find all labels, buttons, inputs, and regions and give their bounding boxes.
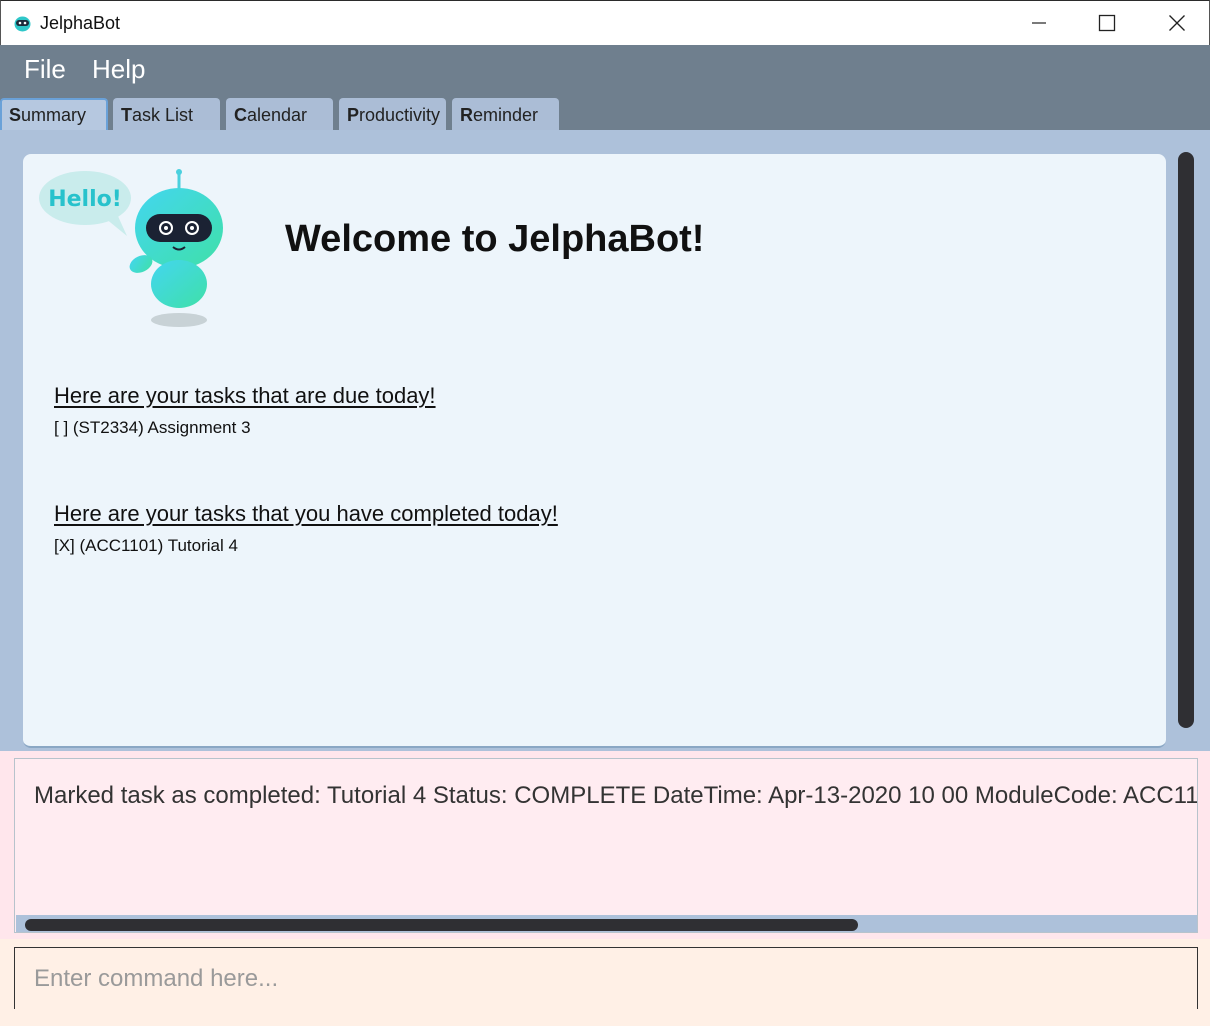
menu-bar: File Help: [0, 45, 1210, 96]
tab-accel: R: [460, 105, 473, 125]
tab-label: eminder: [473, 105, 539, 125]
tab-bar: Summary Task List Calendar Productivity …: [0, 96, 1210, 130]
horizontal-scrollbar[interactable]: [16, 915, 1197, 932]
tab-label: roductivity: [359, 105, 441, 125]
command-area: [0, 939, 1210, 1026]
window-title: JelphaBot: [40, 13, 121, 33]
maximize-button[interactable]: [1073, 1, 1141, 45]
tab-task-list[interactable]: Task List: [113, 98, 220, 130]
robot-mascot-icon: Hello!: [39, 169, 223, 327]
minimize-button[interactable]: [1005, 1, 1073, 45]
vertical-scrollbar[interactable]: [1178, 152, 1194, 728]
title-bar: JelphaBot: [0, 0, 1210, 45]
due-today-heading: Here are your tasks that are due today!: [54, 383, 436, 408]
tab-accel: P: [347, 105, 360, 125]
horizontal-scrollbar-thumb[interactable]: [25, 919, 858, 931]
tab-label: ummary: [21, 105, 87, 125]
close-button[interactable]: [1143, 1, 1210, 45]
result-area: Marked task as completed: Tutorial 4 Sta…: [0, 751, 1210, 939]
tab-accel: S: [9, 105, 22, 125]
completed-today-heading: Here are your tasks that you have comple…: [54, 501, 558, 526]
minimize-icon: [1032, 22, 1046, 24]
command-input[interactable]: [14, 947, 1198, 1009]
completed-task-item: [X] (ACC1101) Tutorial 4: [54, 536, 238, 555]
tab-accel: T: [121, 105, 132, 125]
tab-label: alendar: [247, 105, 308, 125]
maximize-icon: [1098, 14, 1116, 32]
tab-accel: C: [234, 105, 247, 125]
result-display: Marked task as completed: Tutorial 4 Sta…: [14, 758, 1198, 933]
menu-file[interactable]: File: [24, 54, 66, 85]
welcome-title: Welcome to JelphaBot!: [285, 218, 705, 260]
due-task-item: [ ] (ST2334) Assignment 3: [54, 418, 251, 437]
tab-productivity[interactable]: Productivity: [339, 98, 446, 130]
tab-calendar[interactable]: Calendar: [226, 98, 333, 130]
tab-reminder[interactable]: Reminder: [452, 98, 559, 130]
menu-help[interactable]: Help: [92, 54, 145, 85]
summary-panel: Hello! Welcome to JelphaBot! Here are yo…: [23, 154, 1166, 748]
tab-summary[interactable]: Summary: [0, 98, 108, 130]
result-text: Marked task as completed: Tutorial 4 Sta…: [34, 782, 1198, 809]
app-icon: [14, 16, 31, 32]
tab-label: ask List: [132, 105, 194, 125]
summary-area: Hello! Welcome to JelphaBot! Here are yo…: [0, 130, 1210, 751]
close-icon: [1169, 15, 1185, 31]
speech-bubble-text: Hello!: [48, 187, 122, 212]
